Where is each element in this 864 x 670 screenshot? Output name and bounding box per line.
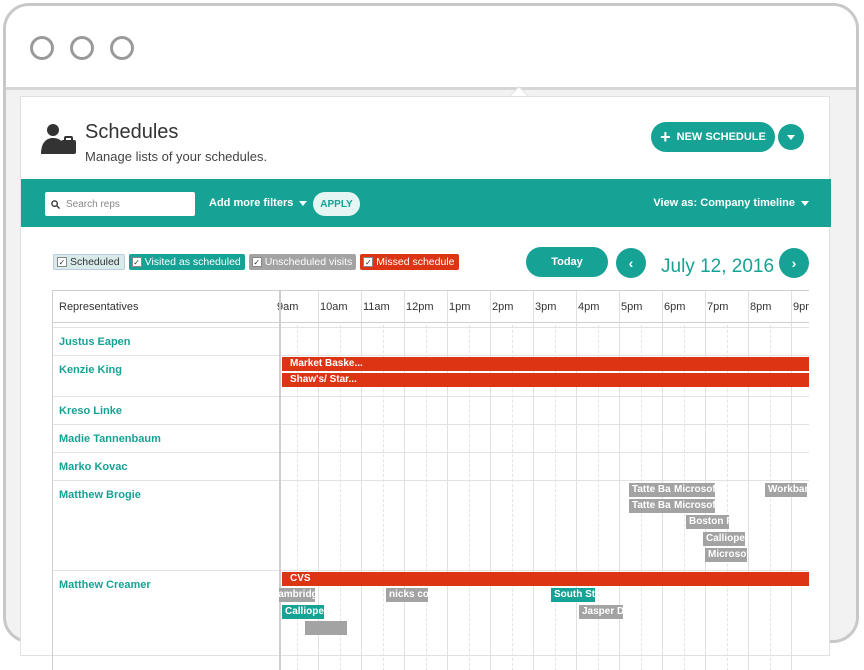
rep-name[interactable]: Madie Tannenbaum <box>59 433 161 445</box>
chevron-right-icon: › <box>791 255 797 271</box>
page-title: Schedules <box>85 121 179 143</box>
hour-label: 6pm <box>664 301 686 313</box>
unscheduled-event[interactable]: Tatte Bak <box>629 499 673 513</box>
timeline-header: Representatives 9am 10am 11am 12pm 1pm 2… <box>53 291 809 323</box>
hour-label: 8pm <box>750 301 772 313</box>
today-button[interactable]: Today <box>526 247 608 277</box>
hour-label: 5pm <box>621 301 643 313</box>
rep-name[interactable]: Kreso Linke <box>59 405 122 417</box>
unscheduled-event[interactable] <box>305 621 347 635</box>
new-schedule-dropdown-button[interactable] <box>778 124 804 150</box>
rep-name[interactable]: Matthew Creamer <box>59 579 151 591</box>
window-dot[interactable] <box>70 36 94 60</box>
unscheduled-event[interactable]: Calliope's <box>703 532 745 546</box>
legend-label: Visited as scheduled <box>144 256 241 268</box>
legend-scheduled[interactable]: ✓ Scheduled <box>53 254 125 270</box>
timeline-grid: Representatives 9am 10am 11am 12pm 1pm 2… <box>52 290 809 670</box>
new-schedule-button[interactable]: + NEW SCHEDULE <box>651 122 775 152</box>
prev-day-button[interactable]: ‹ <box>616 248 646 278</box>
unscheduled-event[interactable]: Boston P <box>686 515 729 529</box>
hour-label: 7pm <box>707 301 729 313</box>
hour-label: 1pm <box>449 301 471 313</box>
hour-label: 2pm <box>492 301 514 313</box>
rep-with-briefcase-icon <box>41 124 76 154</box>
hour-label: 10am <box>320 301 348 313</box>
legend-unscheduled[interactable]: ✓ Unscheduled visits <box>248 254 357 270</box>
legend-missed[interactable]: ✓ Missed schedule <box>360 254 459 270</box>
chevron-down-icon <box>801 200 809 206</box>
hour-label: 11am <box>363 301 390 313</box>
legend-label: Scheduled <box>70 256 120 268</box>
checkbox-icon[interactable]: ✓ <box>131 257 142 267</box>
rep-name[interactable]: Marko Kovac <box>59 461 127 473</box>
chevron-left-icon: ‹ <box>628 255 634 271</box>
view-as-dropdown[interactable]: View as: Company timeline <box>653 197 809 209</box>
hour-label: 9pm <box>793 301 809 313</box>
missed-event[interactable]: Market Baske... <box>282 357 809 371</box>
legend-label: Unscheduled visits <box>264 256 353 268</box>
schedules-panel: Schedules Manage lists of your schedules… <box>20 96 831 670</box>
view-as-label: View as: Company timeline <box>653 197 795 209</box>
unscheduled-event[interactable]: nicks cou <box>386 588 428 602</box>
chevron-down-icon <box>787 135 795 140</box>
filter-bar: Search reps Add more filters APPLY View … <box>21 179 831 227</box>
hour-label: 12pm <box>406 301 434 313</box>
window-dot[interactable] <box>110 36 134 60</box>
window-titlebar <box>6 6 856 90</box>
checkbox-icon[interactable]: ✓ <box>251 257 262 267</box>
search-placeholder: Search reps <box>66 198 120 210</box>
unscheduled-event[interactable]: Microsoft <box>671 499 715 513</box>
unscheduled-event[interactable]: Microsoft <box>705 548 747 562</box>
rep-column-divider <box>279 291 281 670</box>
missed-event[interactable]: CVS <box>282 572 809 586</box>
add-filters-dropdown[interactable]: Add more filters <box>209 197 308 209</box>
search-icon <box>51 199 60 209</box>
legend-visited[interactable]: ✓ Visited as scheduled <box>128 254 245 270</box>
visited-event[interactable]: South Str <box>551 588 595 602</box>
hour-label: 4pm <box>578 301 600 313</box>
next-day-button[interactable]: › <box>779 248 809 278</box>
legend: ✓ Scheduled ✓ Visited as scheduled ✓ Unsche… <box>53 254 459 270</box>
rep-name[interactable]: Kenzie King <box>59 364 122 376</box>
timeline-row: Madie Tannenbaum <box>53 424 809 452</box>
plus-icon: + <box>660 127 671 147</box>
add-filters-label: Add more filters <box>209 197 294 209</box>
checkbox-icon[interactable]: ✓ <box>363 257 374 267</box>
rep-name[interactable]: Justus Eapen <box>59 336 131 348</box>
unscheduled-event[interactable]: Workbar <box>765 483 807 497</box>
rep-column-header: Representatives <box>59 301 139 313</box>
missed-event[interactable]: Shaw's/ Star... <box>282 373 809 387</box>
unscheduled-event[interactable]: Tatte Bak <box>629 483 673 497</box>
checkbox-icon[interactable]: ✓ <box>57 257 67 267</box>
new-schedule-label: NEW SCHEDULE <box>676 131 766 143</box>
timeline-row: Justus Eapen <box>53 327 809 355</box>
apply-button[interactable]: APPLY <box>313 192 360 216</box>
chevron-down-icon <box>299 200 308 206</box>
unscheduled-event[interactable]: Microsoft <box>671 483 715 497</box>
unscheduled-event[interactable]: Jasper D <box>579 605 623 619</box>
timeline-row: Marko Kovac <box>53 452 809 480</box>
current-date: July 12, 2016 <box>661 256 775 277</box>
legend-label: Missed schedule <box>376 256 455 268</box>
search-input[interactable]: Search reps <box>45 192 195 216</box>
timeline-row: Kreso Linke <box>53 396 809 424</box>
rep-name[interactable]: Matthew Brogie <box>59 489 141 501</box>
window-dot[interactable] <box>30 36 54 60</box>
page-subtitle: Manage lists of your schedules. <box>85 149 268 164</box>
unscheduled-event[interactable]: Cambridge <box>279 588 315 602</box>
visited-event[interactable]: Calliope's <box>282 605 324 619</box>
hour-label: 3pm <box>535 301 557 313</box>
